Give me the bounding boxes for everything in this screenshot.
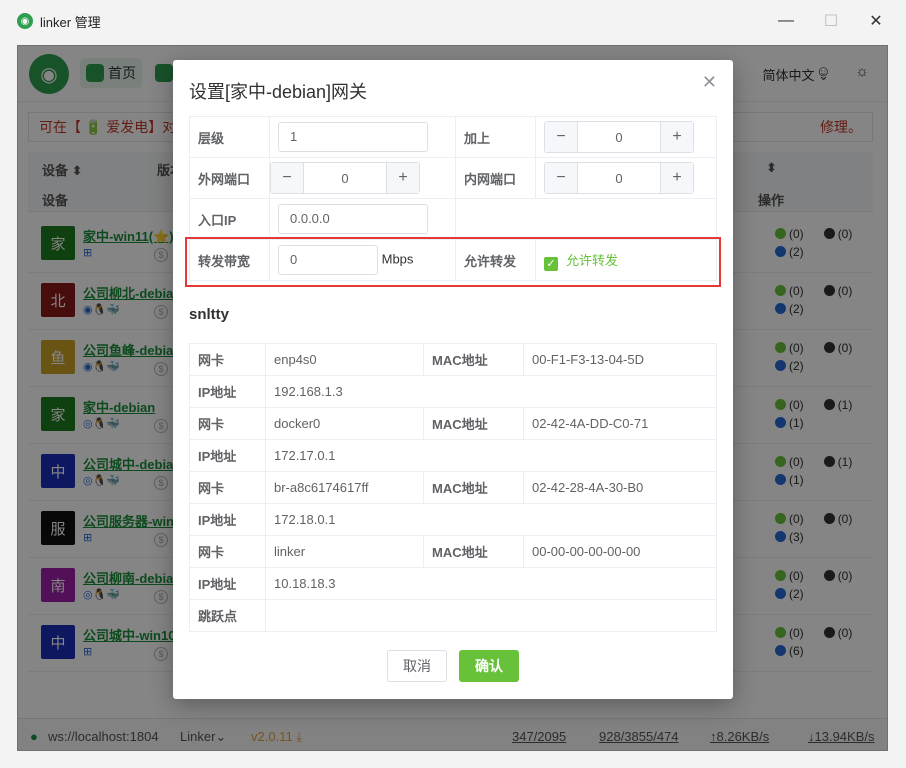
ip-value: 10.18.18.3 xyxy=(265,567,717,600)
ip-value: 172.17.0.1 xyxy=(265,439,717,472)
nic-label: 网卡 xyxy=(189,535,266,568)
wan-port-value[interactable]: 0 xyxy=(303,163,387,193)
ip-label: IP地址 xyxy=(189,503,266,536)
ip-value: 172.18.0.1 xyxy=(265,503,717,536)
dialog-close-button[interactable]: ✕ xyxy=(702,72,717,93)
minimize-button[interactable]: — xyxy=(763,0,809,42)
mac-label: MAC地址 xyxy=(423,535,524,568)
lan-port-stepper[interactable]: −0 + xyxy=(544,162,694,194)
add-stepper[interactable]: −0 + xyxy=(544,121,694,153)
dialog-title: 设置[家中-debian]网关 xyxy=(189,82,368,102)
nic-value: docker0 xyxy=(265,407,424,440)
add-value[interactable]: 0 xyxy=(577,122,661,152)
increment-icon[interactable]: + xyxy=(661,163,693,193)
mac-value: 02-42-28-4A-30-B0 xyxy=(523,471,717,504)
decrement-icon[interactable]: − xyxy=(271,163,303,193)
gateway-settings-dialog: 设置[家中-debian]网关 ✕ 层级 1 加上 −0 + 外网端口 −0 + 内… xyxy=(173,60,733,699)
lan-port-value[interactable]: 0 xyxy=(577,163,661,193)
highlight-box xyxy=(185,237,721,287)
section-title: snltty xyxy=(189,306,230,323)
mac-label: MAC地址 xyxy=(423,471,524,504)
linker-logo-icon: ◉ xyxy=(17,13,33,29)
window-title: linker 管理 xyxy=(40,14,101,30)
entry-ip-label: 入口IP xyxy=(189,198,270,240)
hop-label: 跳跃点 xyxy=(189,599,266,632)
title-bar: ◉ linker 管理 — ☐ ✕ xyxy=(0,0,906,42)
mac-label: MAC地址 xyxy=(423,343,524,376)
interface-table: 网卡 enp4s0 MAC地址 00-F1-F3-13-04-5D IP地址 192.16… xyxy=(189,343,717,632)
mac-value: 02-42-4A-DD-C0-71 xyxy=(523,407,717,440)
ip-label: IP地址 xyxy=(189,375,266,408)
wan-port-stepper[interactable]: −0 + xyxy=(270,162,420,194)
level-input[interactable]: 1 xyxy=(278,122,428,152)
maximize-button[interactable]: ☐ xyxy=(808,0,854,42)
mac-label: MAC地址 xyxy=(423,407,524,440)
mac-value: 00-00-00-00-00-00 xyxy=(523,535,717,568)
level-label: 层级 xyxy=(189,116,270,158)
ip-value: 192.168.1.3 xyxy=(265,375,717,408)
confirm-button[interactable]: 确认 xyxy=(459,650,519,682)
nic-label: 网卡 xyxy=(189,343,266,376)
nic-value: enp4s0 xyxy=(265,343,424,376)
nic-value: linker xyxy=(265,535,424,568)
nic-label: 网卡 xyxy=(189,471,266,504)
ip-label: IP地址 xyxy=(189,439,266,472)
add-label: 加上 xyxy=(455,116,536,158)
mac-value: 00-F1-F3-13-04-5D xyxy=(523,343,717,376)
nic-label: 网卡 xyxy=(189,407,266,440)
hop-value xyxy=(265,599,717,632)
decrement-icon[interactable]: − xyxy=(545,163,577,193)
wan-port-label: 外网端口 xyxy=(189,157,270,199)
ip-label: IP地址 xyxy=(189,567,266,600)
cancel-button[interactable]: 取消 xyxy=(387,650,447,682)
increment-icon[interactable]: + xyxy=(387,163,419,193)
nic-value: br-a8c6174617ff xyxy=(265,471,424,504)
lan-port-label: 内网端口 xyxy=(455,157,536,199)
entry-ip-input[interactable]: 0.0.0.0 xyxy=(278,204,428,234)
decrement-icon[interactable]: − xyxy=(545,122,577,152)
increment-icon[interactable]: + xyxy=(661,122,693,152)
close-button[interactable]: ✕ xyxy=(853,0,899,42)
